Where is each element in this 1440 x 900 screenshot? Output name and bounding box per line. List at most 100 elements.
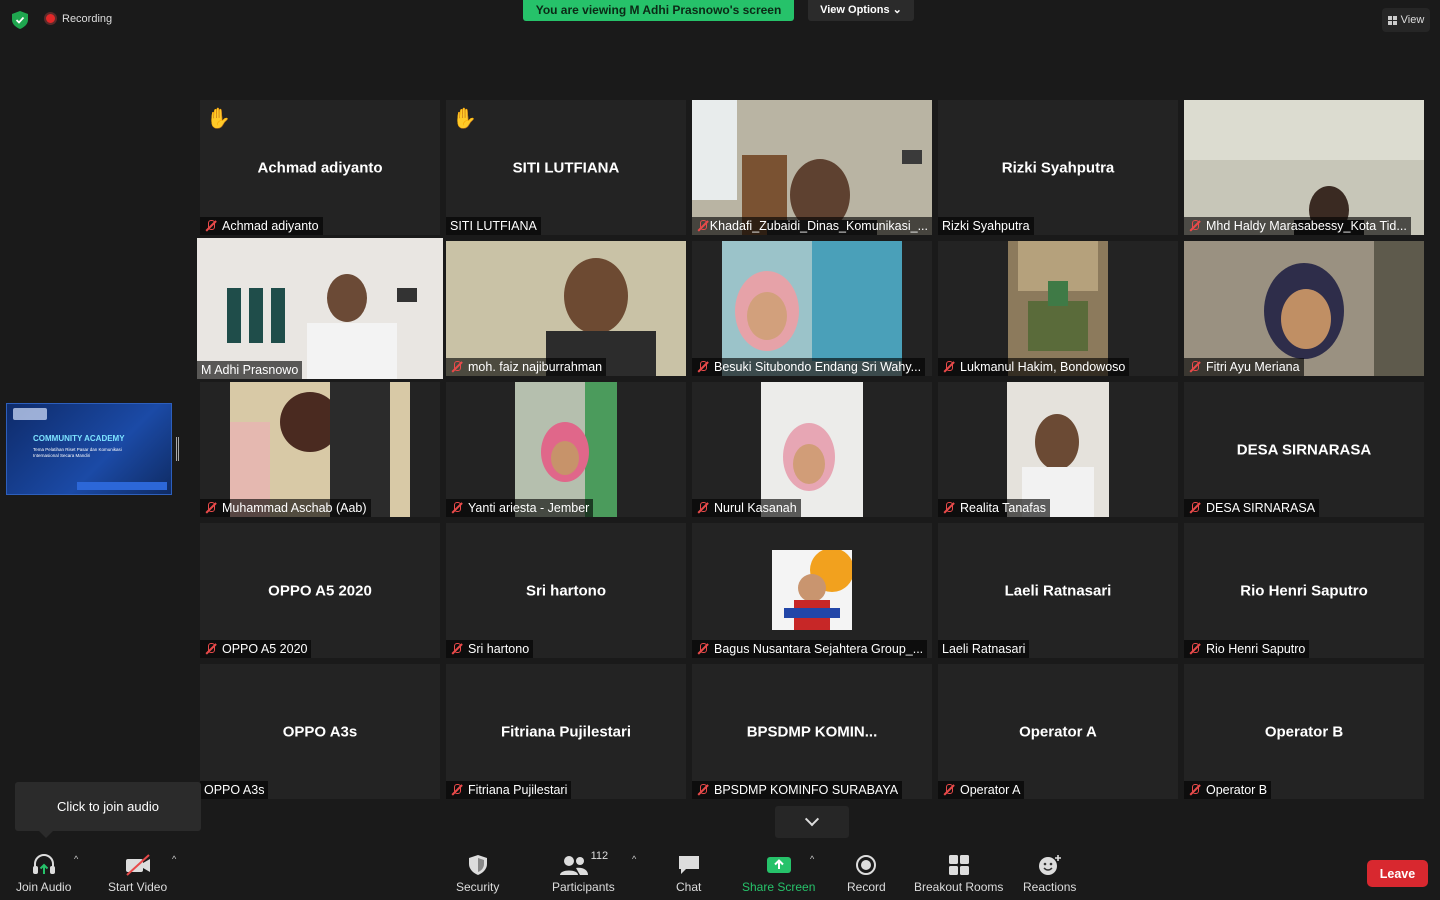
participant-tile[interactable]: Realita Tanafas [938, 382, 1178, 517]
participant-name-label: Yanti ariesta - Jember [446, 499, 594, 517]
muted-mic-icon [696, 501, 710, 515]
record-label: Record [847, 880, 886, 894]
sponsor-strip [77, 482, 167, 490]
breakout-rooms-button[interactable]: Breakout Rooms [914, 850, 1003, 894]
participant-tile[interactable]: Rizki Syahputra Rizki Syahputra [938, 100, 1178, 235]
participant-tile[interactable]: Besuki Situbondo Endang Sri Wahy... [692, 241, 932, 376]
participant-tile[interactable]: Yanti ariesta - Jember [446, 382, 686, 517]
participant-display-name: Operator B [1264, 723, 1344, 740]
participant-name-label: Sri hartono [446, 640, 534, 658]
share-screen-button[interactable]: Share Screen [742, 850, 815, 894]
participant-video [722, 241, 902, 376]
participant-tile[interactable]: Rio Henri Saputro Rio Henri Saputro [1184, 523, 1424, 658]
shield-icon [468, 850, 488, 876]
muted-mic-icon [450, 360, 464, 374]
share-options-caret[interactable]: ^ [810, 854, 814, 864]
video-off-icon [124, 850, 152, 876]
participant-name-label: Laeli Ratnasari [938, 640, 1030, 658]
join-audio-tooltip[interactable]: Click to join audio [15, 782, 201, 838]
security-button[interactable]: Security [456, 850, 499, 894]
participant-tile[interactable]: Lukmanul Hakim, Bondowoso [938, 241, 1178, 376]
recording-icon [44, 12, 57, 25]
participant-tile[interactable]: Nurul Kasanah [692, 382, 932, 517]
participant-name-label: Fitri Ayu Meriana [1184, 358, 1304, 376]
encryption-shield-icon[interactable] [12, 11, 28, 29]
muted-mic-icon [1188, 219, 1202, 233]
muted-mic-icon [450, 783, 464, 797]
view-button[interactable]: View [1382, 8, 1430, 32]
participant-video [692, 100, 932, 235]
join-audio-button[interactable]: Join Audio [16, 850, 71, 894]
start-video-button[interactable]: Start Video [108, 850, 167, 894]
view-label: View [1400, 14, 1425, 26]
participant-tile[interactable]: moh. faiz najiburrahman [446, 241, 686, 376]
participant-name-label: Muhammad Aschab (Aab) [200, 499, 371, 517]
muted-mic-icon [696, 219, 707, 233]
participant-video [197, 238, 443, 379]
panel-resize-handle[interactable] [176, 437, 179, 461]
muted-mic-icon [942, 783, 956, 797]
participant-tile[interactable]: Khadafi_Zubaidi_Dinas_Komunikasi_... [692, 100, 932, 235]
reactions-button[interactable]: Reactions [1023, 850, 1076, 894]
participant-video [1184, 241, 1424, 376]
participant-tile[interactable]: ✋ SITI LUTFIANA SITI LUTFIANA [446, 100, 686, 235]
participant-tile[interactable]: Bagus Nusantara Sejahtera Group_... [692, 523, 932, 658]
participant-tile[interactable]: Operator B Operator B [1184, 664, 1424, 799]
muted-mic-icon [942, 360, 956, 374]
participant-name-label: SITI LUTFIANA [446, 217, 541, 235]
muted-mic-icon [204, 642, 218, 656]
active-speaker-tile[interactable]: M Adhi Prasnowo [197, 238, 443, 379]
participant-tile[interactable]: Mhd Haldy Marasabessy_Kota Tid... [1184, 100, 1424, 235]
participant-tile[interactable]: Fitriana Pujilestari Fitriana Pujilestar… [446, 664, 686, 799]
participant-name-label: moh. faiz najiburrahman [446, 358, 607, 376]
raised-hand-icon: ✋ [452, 108, 477, 130]
participants-count: 112 [590, 850, 609, 862]
participant-tile[interactable]: ✋ Achmad adiyanto Achmad adiyanto [200, 100, 440, 235]
view-options-button[interactable]: View Options ⌄ [808, 0, 914, 21]
chat-bubble-icon [677, 850, 701, 876]
chevron-down-icon [804, 812, 820, 827]
audio-options-caret[interactable]: ^ [74, 854, 78, 864]
participant-video [761, 382, 863, 517]
shared-screen-thumbnail[interactable]: COMMUNITY ACADEMY Tema Pelatihan Riset P… [6, 403, 172, 495]
participant-tile[interactable]: OPPO A5 2020 OPPO A5 2020 [200, 523, 440, 658]
participant-name-label: DESA SIRNARASA [1184, 499, 1320, 517]
recording-indicator[interactable]: Recording [44, 12, 112, 25]
participant-display-name: Sri hartono [525, 582, 606, 599]
participant-tile[interactable]: BPSDMP KOMIN... BPSDMP KOMINFO SURABAYA [692, 664, 932, 799]
participant-tile[interactable]: Fitri Ayu Meriana [1184, 241, 1424, 376]
participant-tile[interactable]: OPPO A3s OPPO A3s [200, 664, 440, 799]
muted-mic-icon [696, 642, 710, 656]
participant-name-label: Rio Henri Saputro [1184, 640, 1310, 658]
participant-name-label: Operator A [938, 781, 1025, 799]
leave-button[interactable]: Leave [1367, 860, 1428, 887]
participant-tile[interactable]: Muhammad Aschab (Aab) [200, 382, 440, 517]
join-audio-label: Join Audio [16, 880, 72, 894]
headphone-icon [31, 850, 57, 876]
participant-display-name: OPPO A5 2020 [268, 582, 372, 599]
participant-tile[interactable]: DESA SIRNARASA DESA SIRNARASA [1184, 382, 1424, 517]
participant-tile[interactable]: Sri hartono Sri hartono [446, 523, 686, 658]
meeting-toolbar: Join Audio ^ Start Video ^ Security 112 … [0, 840, 1440, 900]
participant-video [230, 382, 410, 517]
chat-button[interactable]: Chat [676, 850, 701, 894]
muted-mic-icon [696, 360, 710, 374]
muted-mic-icon [204, 501, 218, 515]
participant-tile[interactable]: Operator A Operator A [938, 664, 1178, 799]
muted-mic-icon [450, 642, 464, 656]
participant-display-name: Achmad adiyanto [257, 159, 383, 176]
participant-display-name: DESA SIRNARASA [1236, 441, 1372, 458]
start-video-label: Start Video [108, 880, 168, 894]
participants-button[interactable]: 112 Participants [552, 850, 615, 894]
participant-display-name: Fitriana Pujilestari [500, 723, 632, 740]
participant-name-label: Nurul Kasanah [692, 499, 801, 517]
video-options-caret[interactable]: ^ [172, 854, 176, 864]
record-button[interactable]: Record [847, 850, 886, 894]
participant-name-label: OPPO A3s [200, 781, 269, 799]
participant-tile[interactable]: Laeli Ratnasari Laeli Ratnasari [938, 523, 1178, 658]
participants-options-caret[interactable]: ^ [632, 854, 636, 864]
participant-name-label: OPPO A5 2020 [200, 640, 312, 658]
participant-name-label: Fitriana Pujilestari [446, 781, 572, 799]
next-page-button[interactable] [775, 806, 849, 838]
participant-display-name: BPSDMP KOMIN... [746, 723, 878, 740]
